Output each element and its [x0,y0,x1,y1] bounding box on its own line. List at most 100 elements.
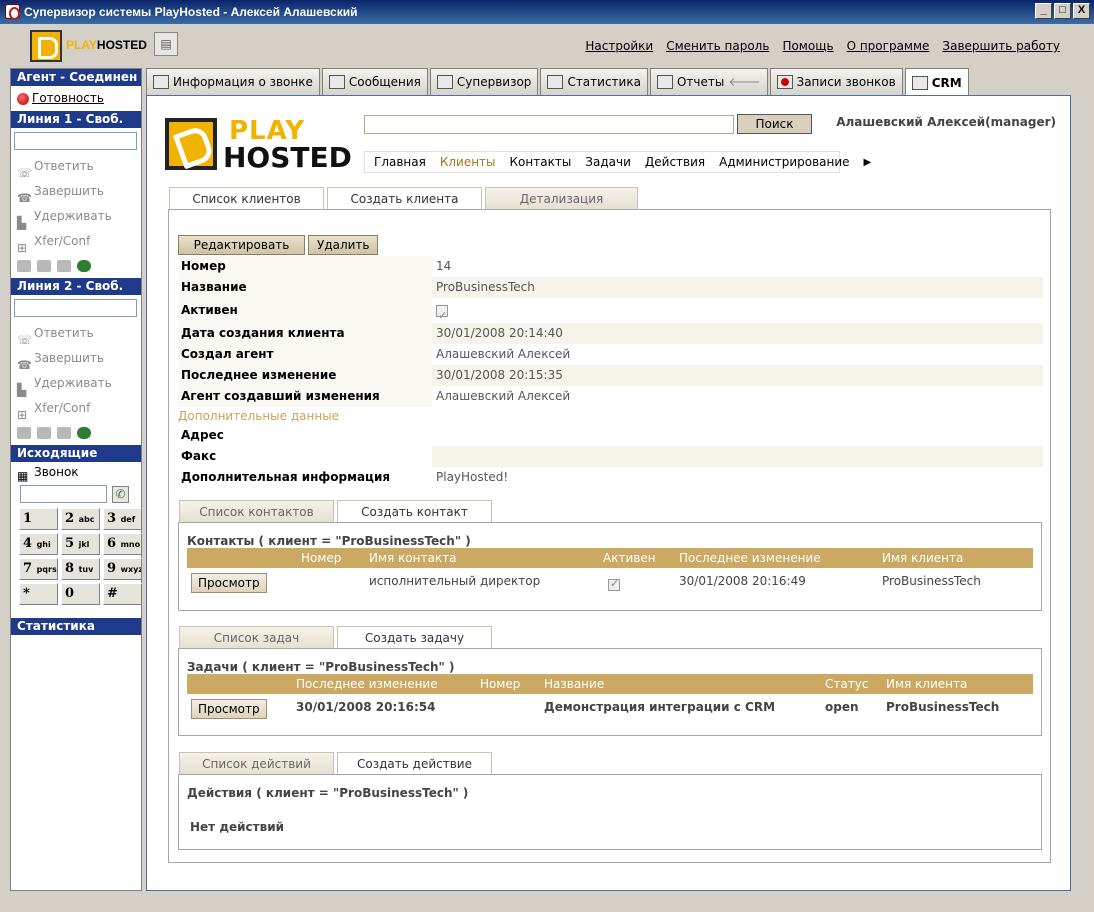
line2-hold-button[interactable]: ▙ Удерживать [11,371,141,397]
tab-messages[interactable]: Сообщения [321,68,428,95]
line1-hold-button[interactable]: ▙ Удерживать [11,204,141,230]
settings-link[interactable]: Настройки [585,39,653,53]
tab-supervisor[interactable]: Супервизор [429,68,539,95]
dial-number-input[interactable] [20,485,107,503]
key-7[interactable]: 7 pqrs [19,558,58,580]
key-letters: wxyz [120,565,142,574]
statistics-header[interactable]: Статистика [11,618,141,635]
green-phone-icon[interactable] [77,427,91,439]
delete-button[interactable]: Удалить [308,235,378,255]
line1-hangup-button[interactable]: ☎ Завершить [11,179,141,205]
key-hash[interactable]: # [103,583,142,605]
tab-create-task[interactable]: Создать задачу [337,626,492,648]
field-row: Агент создавший изменения Алашевский Алек… [178,386,1043,407]
key-1[interactable]: 1 [19,508,58,530]
close-button[interactable]: X [1073,3,1090,19]
record-icon[interactable] [17,427,31,439]
nav-more-arrow-icon[interactable]: ▶ [864,157,872,168]
tab-client-list[interactable]: Список клиентов [169,187,324,209]
clipboard-icon[interactable] [57,260,71,272]
hold-label: Удерживать [34,209,112,223]
task-changed: 30/01/2008 20:16:54 [296,700,436,714]
document-icon[interactable]: ▤ [154,32,178,56]
crm-search-input[interactable] [364,115,734,134]
hold-icon: ▙ [17,382,27,397]
key-letters: def [120,515,136,524]
tab-create-contact[interactable]: Создать контакт [337,500,492,522]
tab-statistics[interactable]: Статистика [540,68,648,95]
tab-contact-list[interactable]: Список контактов [179,500,334,522]
download-icon[interactable] [37,427,51,439]
tab-crm[interactable]: CRM [904,68,969,96]
field-value: 14 [436,259,452,273]
line1-extra-icons [11,254,141,278]
tab-action-list[interactable]: Список действий [179,752,334,774]
task-name[interactable]: Демонстрация интеграции с CRM [544,700,775,714]
key-8[interactable]: 8 tuv [61,558,100,580]
search-button[interactable]: Поиск [737,114,812,134]
key-6[interactable]: 6 mno [103,533,142,555]
logo-hosted-text: HOSTED [96,38,147,52]
nav-admin[interactable]: Администрирование [719,155,849,169]
edit-button[interactable]: Редактировать [178,235,305,255]
line1-input[interactable] [14,132,137,150]
key-4[interactable]: 4 ghi [19,533,58,555]
view-contact-button[interactable]: Просмотр [191,573,267,593]
key-0[interactable]: 0 [61,583,100,605]
change-password-link[interactable]: Сменить пароль [666,39,769,53]
line2-xfer-button[interactable]: ⊞ Xfer/Conf [11,396,141,422]
green-phone-icon[interactable] [77,260,91,272]
field-value: 30/01/2008 20:14:40 [432,323,1043,344]
key-5[interactable]: 5 jkl [61,533,100,555]
key-digit: 9 [107,561,117,576]
answer-label: Ответить [34,159,94,173]
contacts-box: Контакты ( клиент = "ProBusinessTech" ) … [178,522,1042,611]
key-star[interactable]: * [19,583,58,605]
about-link[interactable]: О программе [847,39,930,53]
logout-link[interactable]: Завершить работу [942,39,1060,53]
nav-clients[interactable]: Клиенты [440,155,496,169]
tab-client-details[interactable]: Детализация [485,187,638,209]
grid-icon: ▦ [17,469,29,483]
tab-reports[interactable]: Отчеты 🡐 [649,68,768,95]
record-icon[interactable] [17,260,31,272]
nav-actions[interactable]: Действия [645,155,705,169]
maximize-button[interactable]: □ [1054,3,1071,19]
contact-client: ProBusinessTech [882,574,981,588]
tab-task-list[interactable]: Список задач [179,626,334,648]
minimize-button[interactable]: _ [1035,3,1052,19]
key-2[interactable]: 2 abc [61,508,100,530]
tab-label: Статистика [567,75,641,89]
field-row: Дата создания клиента 30/01/2008 20:14:40 [178,323,1043,344]
help-link[interactable]: Помощь [782,39,833,53]
hangup-icon: ☎ [17,190,32,205]
line2-hangup-button[interactable]: ☎ Завершить [11,346,141,372]
tab-call-info[interactable]: Информация о звонке [146,68,320,95]
contact-name[interactable]: исполнительный директор [369,574,540,588]
contact-changed: 30/01/2008 20:16:49 [679,574,806,588]
call-dialpad-toggle[interactable]: ▦ Звонок [11,462,141,483]
clipboard-icon[interactable] [57,427,71,439]
dial-call-button[interactable]: ✆ [112,485,129,503]
nav-home[interactable]: Главная [374,155,426,169]
tasks-box: Задачи ( клиент = "ProBusinessTech" ) По… [178,648,1042,736]
line1-xfer-button[interactable]: ⊞ Xfer/Conf [11,229,141,255]
tab-create-client[interactable]: Создать клиента [327,187,482,209]
line2-input[interactable] [14,299,137,317]
nav-contacts[interactable]: Контакты [510,155,572,169]
download-icon[interactable] [37,260,51,272]
key-9[interactable]: 9 wxyz [103,558,142,580]
tab-create-action[interactable]: Создать действие [337,752,492,774]
key-letters: tuv [78,565,94,574]
view-task-button[interactable]: Просмотр [191,699,267,719]
line1-answer-button[interactable]: ☏ Ответить [11,154,141,180]
key-digit: 0 [65,586,75,601]
tab-call-records[interactable]: Записи звонков [769,68,903,95]
nav-tasks[interactable]: Задачи [585,155,631,169]
key-3[interactable]: 3 def [103,508,142,530]
agent-status-header: Агент - Соединен [11,69,141,86]
col-number: Номер [301,551,342,565]
line2-answer-button[interactable]: ☏ Ответить [11,321,141,347]
ready-toggle[interactable]: Готовность [11,86,141,111]
call-label: Звонок [34,465,79,479]
